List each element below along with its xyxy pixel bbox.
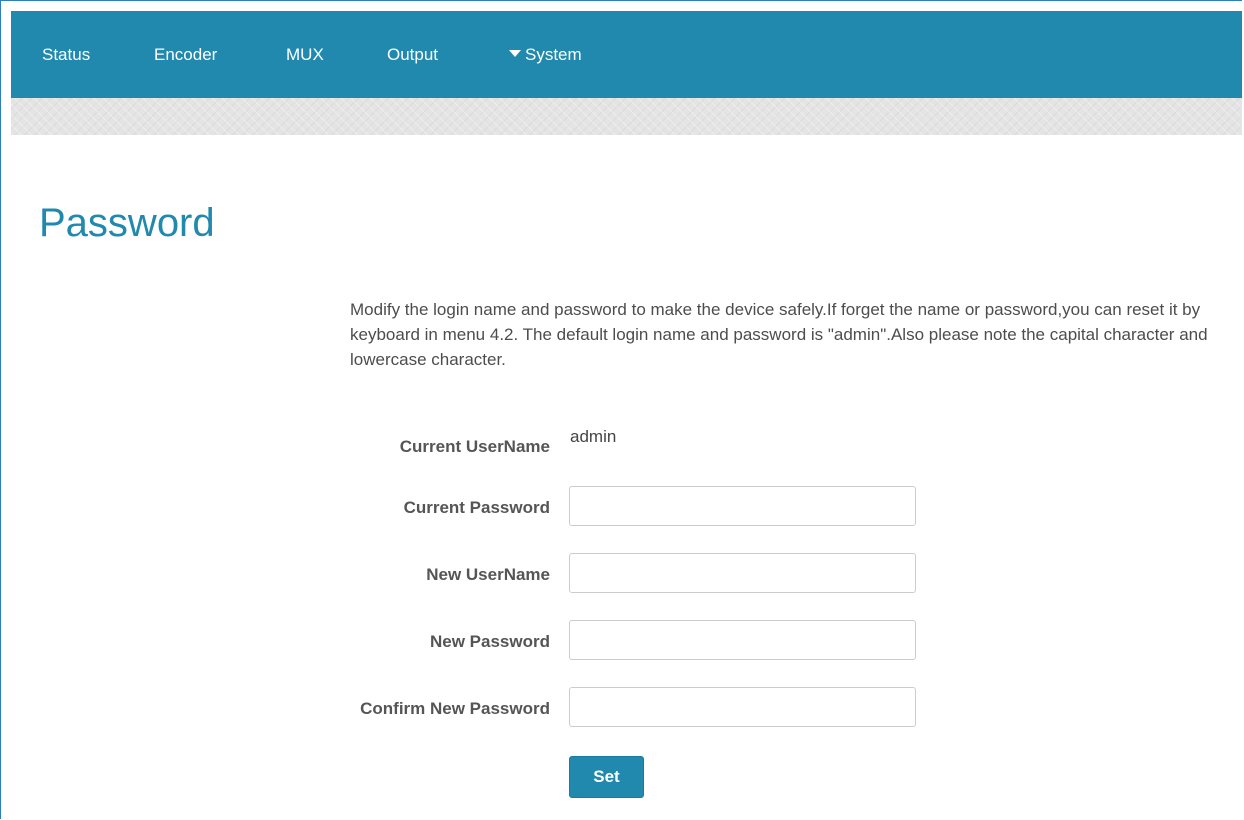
caret-down-icon: [509, 50, 521, 57]
current-username-label: Current UserName: [399, 437, 550, 456]
current-password-input[interactable]: [569, 486, 916, 526]
new-username-label: New UserName: [426, 565, 550, 584]
nav-item-system-label: System: [525, 45, 582, 64]
nav-item-system-dropdown[interactable]: System: [509, 45, 582, 65]
confirm-new-password-label: Confirm New Password: [360, 699, 550, 718]
nav-item-output[interactable]: Output: [387, 45, 438, 65]
set-button[interactable]: Set: [569, 756, 644, 798]
new-password-input[interactable]: [569, 620, 916, 660]
texture-band: [11, 98, 1242, 135]
confirm-new-password-input[interactable]: [569, 687, 916, 727]
new-username-input[interactable]: [569, 553, 916, 593]
top-navbar: Status Encoder MUX Output System: [11, 11, 1242, 98]
nav-item-encoder[interactable]: Encoder: [154, 45, 217, 65]
nav-item-status[interactable]: Status: [42, 45, 90, 65]
page-description: Modify the login name and password to ma…: [350, 300, 1208, 369]
nav-item-mux[interactable]: MUX: [286, 45, 324, 65]
current-username-value: admin: [570, 427, 617, 446]
current-password-label: Current Password: [403, 498, 550, 517]
new-password-label: New Password: [430, 632, 550, 651]
page: Status Encoder MUX Output System Passwor…: [0, 0, 1242, 819]
page-title: Password: [39, 201, 215, 245]
